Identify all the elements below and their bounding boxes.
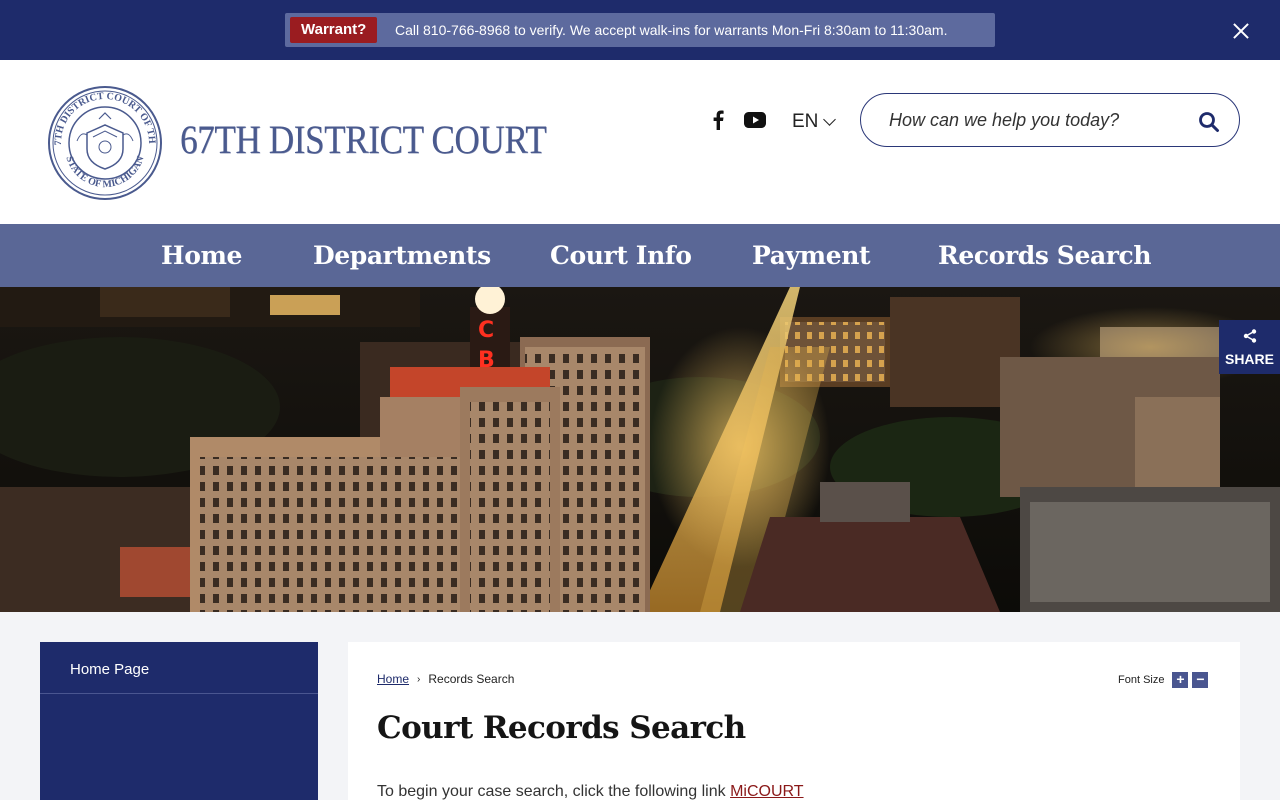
site-title[interactable]: 67TH DISTRICT COURT	[180, 120, 547, 160]
breadcrumb: Home › Records Search	[377, 672, 514, 686]
site-header: 67TH DISTRICT COURT OF THE STATE OF MICH…	[0, 60, 1280, 224]
alert-badge: Warrant?	[290, 17, 378, 43]
font-increase-button[interactable]: +	[1172, 672, 1189, 688]
alert-message: Call 810-766-8968 to verify. We accept w…	[395, 22, 948, 38]
alert-bar: Warrant? Call 810-766-8968 to verify. We…	[0, 0, 1280, 60]
intro-text-body: To begin your case search, click the fol…	[377, 783, 731, 800]
breadcrumb-separator: ›	[417, 673, 421, 685]
sidebar-item-home-page[interactable]: Home Page	[40, 642, 318, 694]
share-button[interactable]: SHARE	[1219, 320, 1280, 374]
hero-city-image: C B	[0, 287, 1280, 612]
close-icon[interactable]	[1226, 16, 1256, 46]
language-label: EN	[792, 111, 819, 132]
search-input[interactable]	[889, 94, 1189, 146]
nav-item-court-info[interactable]: Court Info	[550, 224, 692, 287]
svg-text:STATE OF MICHIGAN: STATE OF MICHIGAN	[63, 154, 146, 190]
font-size-control: Font Size + −	[1118, 672, 1209, 688]
court-seal-logo[interactable]: 67TH DISTRICT COURT OF THE STATE OF MICH…	[47, 85, 163, 201]
language-selector[interactable]: EN	[792, 111, 837, 133]
search-box	[860, 93, 1240, 147]
facebook-icon[interactable]	[710, 110, 726, 130]
intro-text: To begin your case search, click the fol…	[377, 783, 804, 800]
micourt-link[interactable]: MiCOURT	[730, 783, 803, 800]
breadcrumb-current: Records Search	[428, 672, 515, 686]
share-icon	[1243, 329, 1257, 343]
hero-banner: C B	[0, 287, 1280, 612]
font-size-label: Font Size	[1118, 674, 1165, 686]
svg-text:C: C	[478, 318, 494, 343]
main-nav: Home Departments Court Info Payment Reco…	[0, 224, 1280, 287]
chevron-down-icon	[823, 113, 837, 126]
main-content: Home › Records Search Font Size + − Cour…	[348, 642, 1240, 800]
nav-item-payment[interactable]: Payment	[752, 224, 871, 287]
alert-box: Warrant? Call 810-766-8968 to verify. We…	[285, 13, 995, 47]
font-decrease-button[interactable]: −	[1192, 672, 1209, 688]
youtube-icon[interactable]	[744, 112, 766, 128]
share-label: SHARE	[1224, 351, 1274, 367]
nav-item-departments[interactable]: Departments	[313, 224, 491, 287]
nav-item-home[interactable]: Home	[161, 224, 242, 287]
search-icon[interactable]	[1198, 111, 1220, 133]
nav-item-records-search[interactable]: Records Search	[938, 224, 1152, 287]
breadcrumb-home-link[interactable]: Home	[377, 672, 409, 686]
sidebar: Home Page	[40, 642, 318, 800]
page-title: Court Records Search	[377, 710, 746, 746]
